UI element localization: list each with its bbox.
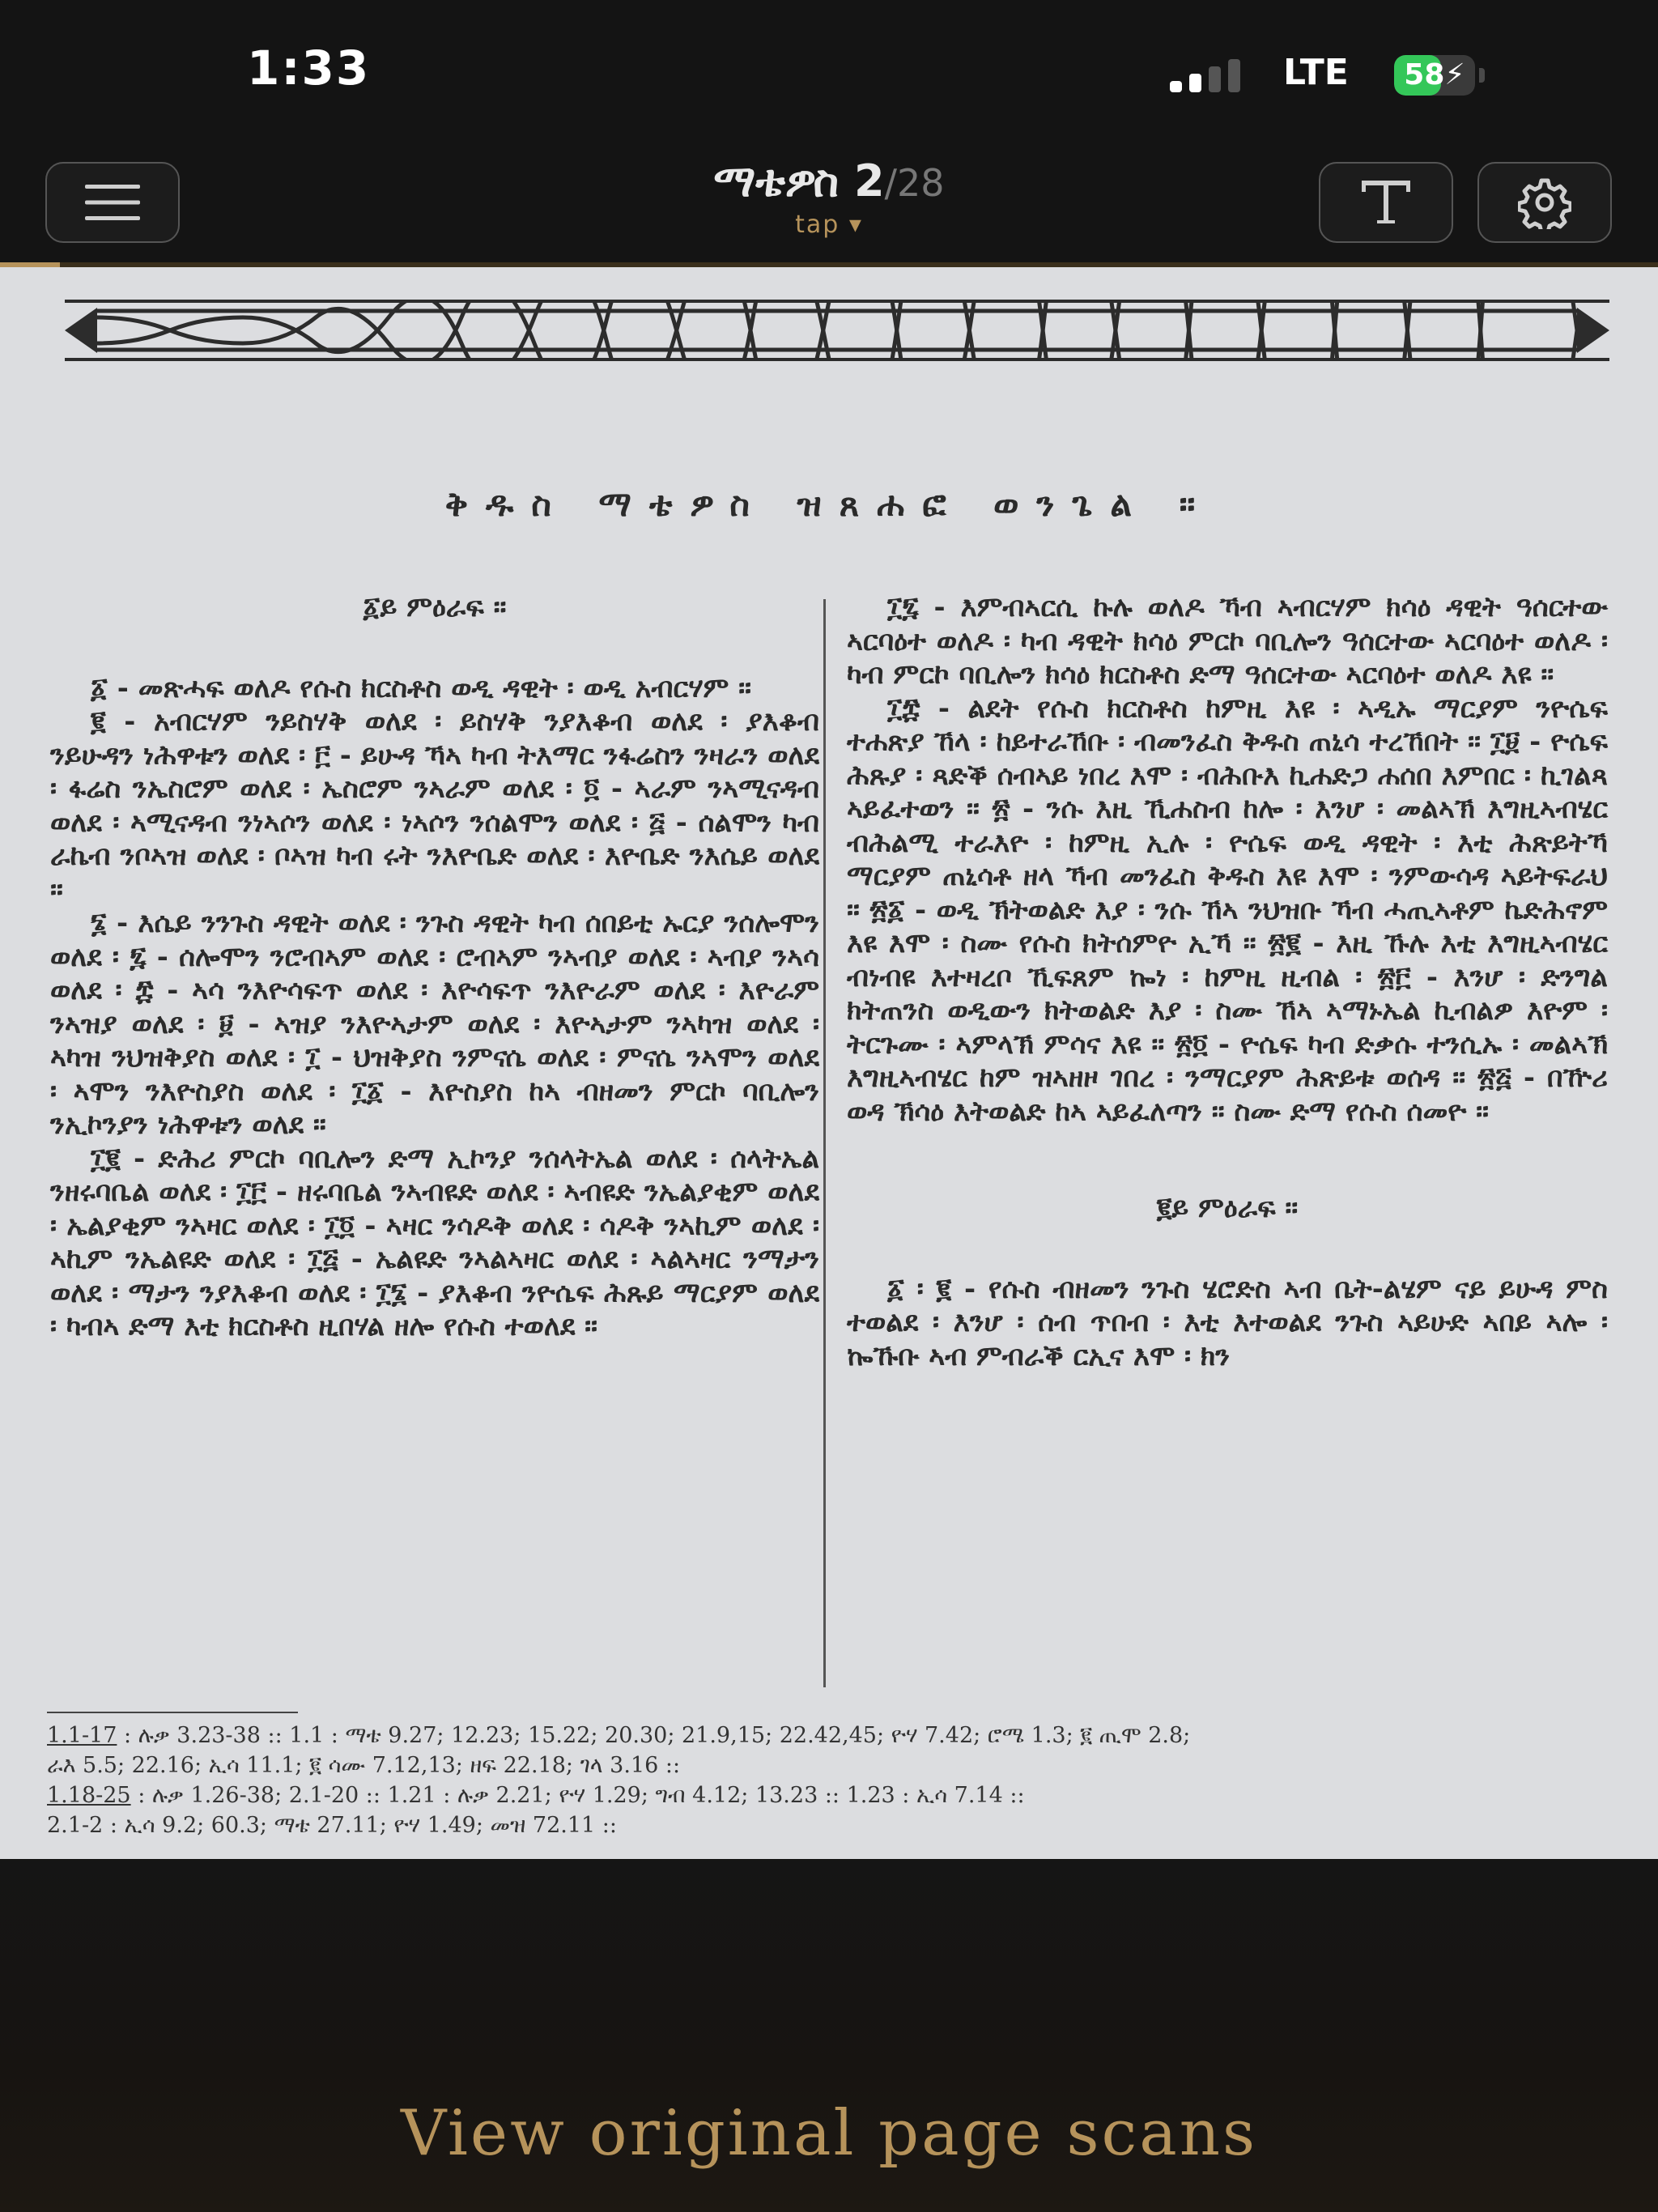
network-type: LTE — [1283, 52, 1349, 93]
book-name: ማቴዎስ — [713, 155, 840, 206]
signal-bar — [1209, 66, 1221, 92]
footnote-text: : ሉቃ 3.23-38 :: 1.1 : ማቴ 9.27; 12.23; 15… — [117, 1723, 1191, 1748]
settings-button[interactable] — [1477, 162, 1612, 243]
text-size-icon — [1362, 181, 1410, 223]
verse-paragraph: ፪ - አብርሃም ንይስሃቅ ወለደ ፡ ይስሃቅ ንያእቆብ ወለደ ፡ ያ… — [50, 705, 819, 906]
verse-paragraph: ፲፯ - እምብኣርሲ ኩሉ ወለዶ ኻብ ኣብርሃም ክሳዕ ዳዊት ዓሰርተ… — [847, 591, 1608, 691]
footnote-line: ራእ 5.5; 22.16; ኢሳ 11.1; ፪ ሳሙ 7.12,13; ዘፍ… — [47, 1750, 1618, 1780]
verse-paragraph: ፮ - እሴይ ንንጉስ ዳዊት ወለደ ፡ ንጉስ ዳዊት ካብ ሰበይቲ ኡ… — [50, 907, 819, 1141]
footnote-text: : ሉቃ 1.26-38; 2.1-20 :: 1.21 : ሉቃ 2.21; … — [130, 1783, 1025, 1808]
verse-paragraph: ፩ ፡ ፪ - የሱስ ብዘመን ንጉስ ሄሮድስ ኣብ ቤት-ልሄም ናይ ይ… — [847, 1272, 1608, 1372]
menu-button[interactable] — [45, 162, 180, 243]
text-column-right: ፲፯ - እምብኣርሲ ኩሉ ወለዶ ኻብ ኣብርሃም ክሳዕ ዳዊት ዓሰርተ… — [847, 591, 1608, 1373]
gear-icon — [1518, 178, 1571, 229]
battery-percent: 58⚡ — [1404, 58, 1465, 91]
status-time: 1:33 — [247, 40, 371, 96]
hamburger-menu-icon — [85, 185, 140, 220]
footnote-rule — [47, 1712, 298, 1713]
column-divider — [823, 599, 826, 1687]
verse-paragraph: ፲፰ - ልደት የሱስ ክርስቶስ ከምዚ እዩ ፡ ኣዲኡ ማርያም ንዮሴ… — [847, 691, 1608, 1128]
page-scan: ቅዱስ ማቴዎስ ዝጸሐፎ ወንጌል ። ፩ይ ምዕራፍ ። ፩ - መጽሓፍ ወ… — [0, 267, 1658, 1859]
signal-bar — [1170, 81, 1182, 92]
gospel-title: ቅዱስ ማቴዎስ ዝጸሐፎ ወንጌል ። — [444, 484, 1214, 524]
verse-paragraph: ፩ - መጽሓፍ ወለዶ የሱስ ክርስቶስ ወዲ ዳዊት ፡ ወዲ አብርሃም… — [91, 671, 752, 704]
text-column-left: ፩ይ ምዕራፍ ። ፩ - መጽሓፍ ወለዶ የሱስ ክርስቶስ ወዲ ዳዊት ፡… — [50, 591, 819, 1344]
footnotes: 1.1-17 : ሉቃ 3.23-38 :: 1.1 : ማቴ 9.27; 12… — [47, 1721, 1618, 1840]
footnote-text: ራእ 5.5; 22.16; ኢሳ 11.1; ፪ ሳሙ 7.12,13; ዘፍ… — [47, 1753, 681, 1778]
battery-tip — [1479, 68, 1485, 83]
footnote-text: 2.1-2 : ኢሳ 9.2; 60.3; ማቴ 27.11; ዮሃ 1.49;… — [47, 1813, 617, 1838]
reader-toolbar: ማቴዎስ 2/28 tap ▾ — [0, 146, 1658, 266]
footnote-reference: 1.1-17 — [47, 1723, 117, 1748]
view-original-scans-button[interactable]: View original page scans — [0, 2097, 1658, 2170]
signal-bar — [1189, 74, 1201, 92]
page-title[interactable]: ማቴዎስ 2/28 tap ▾ — [424, 155, 1234, 239]
footnote-reference: 1.18-25 — [47, 1783, 131, 1808]
mode-dropdown[interactable]: tap ▾ — [424, 211, 1234, 239]
battery-icon: 58⚡ — [1394, 55, 1475, 96]
total-pages: /28 — [884, 161, 945, 205]
chapter-heading: ፩ይ ምዕራፍ ። — [363, 591, 507, 623]
ornamental-border — [65, 300, 1609, 361]
verse-paragraph: ፲፪ - ድሕሪ ምርኮ ባቢሎን ድማ ኢኮንያ ንሰላትኤል ወለደ ፡ ሰ… — [50, 1142, 819, 1343]
status-bar: 1:33 LTE 58⚡ — [0, 0, 1658, 146]
footnote-line: 1.1-17 : ሉቃ 3.23-38 :: 1.1 : ማቴ 9.27; 12… — [47, 1721, 1618, 1750]
text-size-button[interactable] — [1319, 162, 1453, 243]
cellular-signal-icon — [1170, 58, 1251, 92]
chapter-heading: ፪ይ ምዕራፍ ። — [1156, 1192, 1299, 1224]
signal-bar — [1228, 59, 1240, 92]
footnote-line: 2.1-2 : ኢሳ 9.2; 60.3; ማቴ 27.11; ዮሃ 1.49;… — [47, 1810, 1618, 1840]
current-page: 2 — [853, 155, 885, 206]
footnote-line: 1.18-25 : ሉቃ 1.26-38; 2.1-20 :: 1.21 : ሉ… — [47, 1780, 1618, 1810]
